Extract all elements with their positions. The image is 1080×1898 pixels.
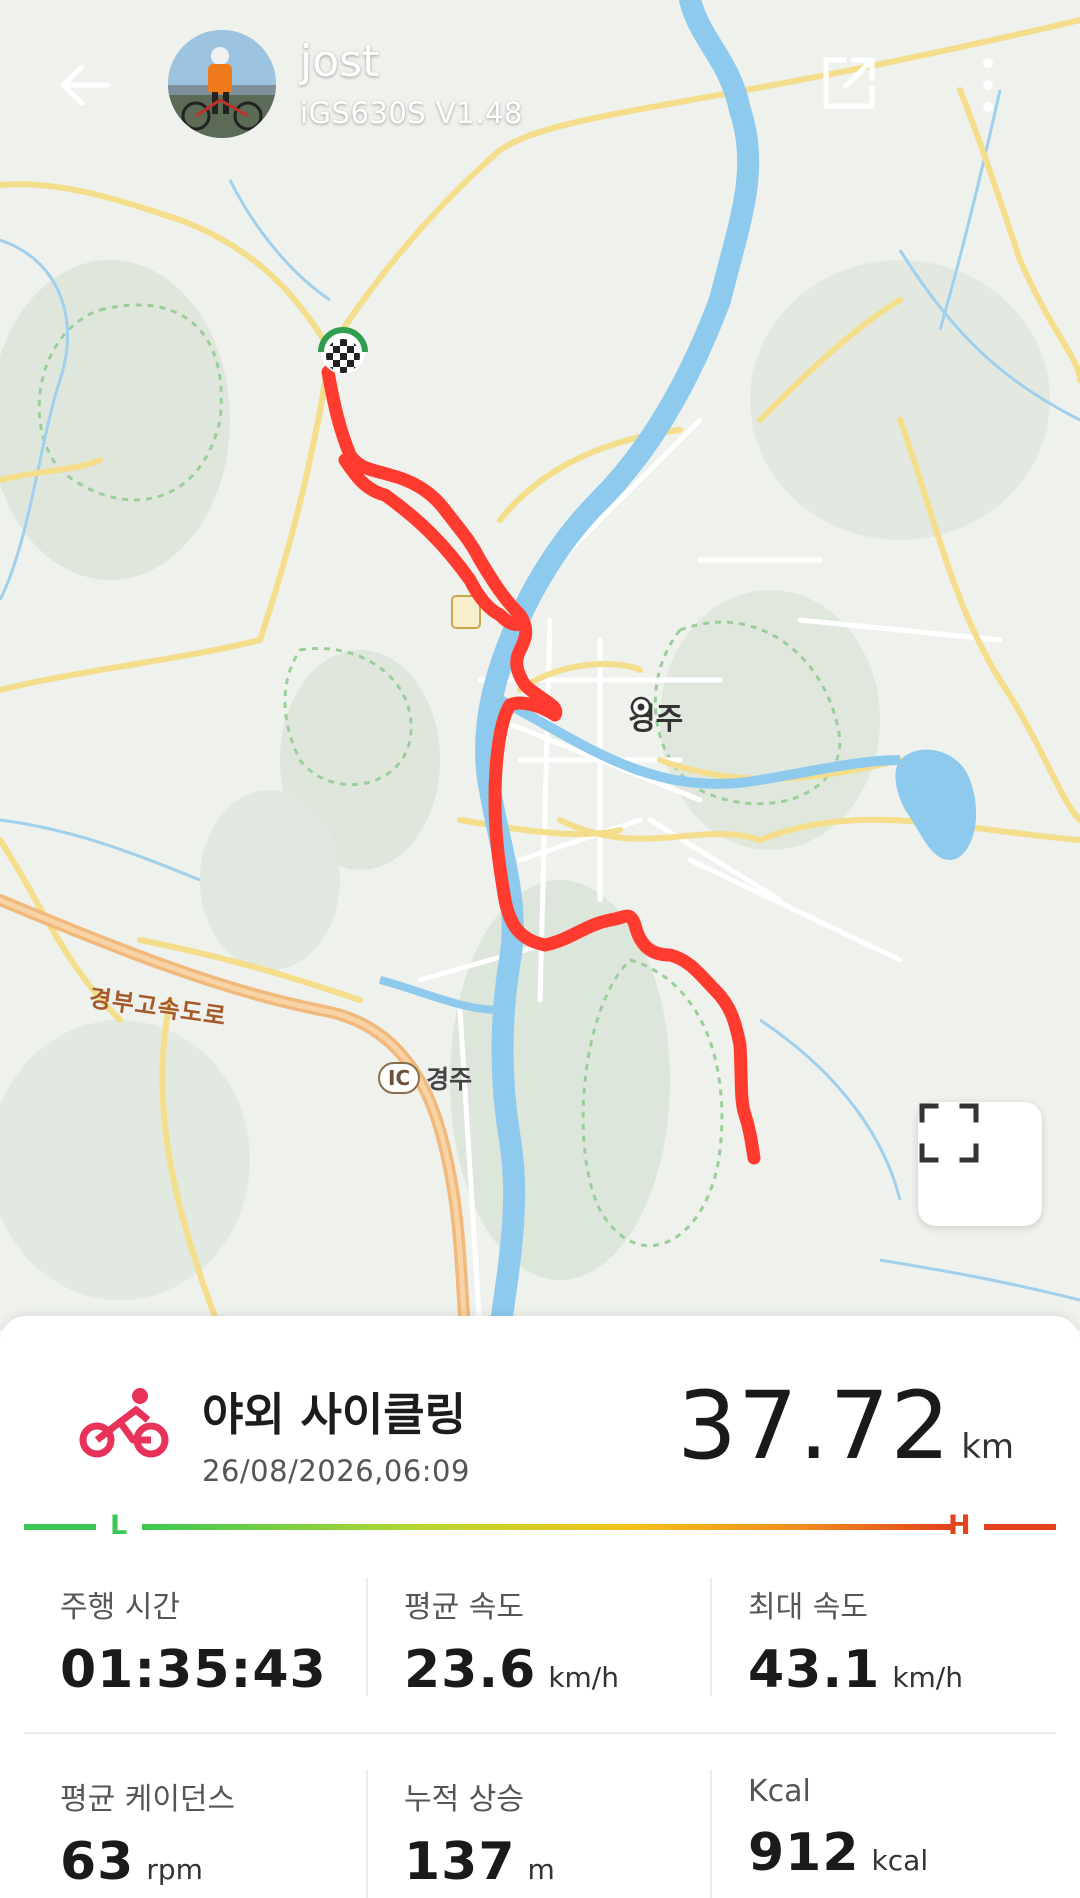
more-vertical-icon xyxy=(983,58,993,112)
stat-value: 137 xyxy=(404,1832,516,1892)
distance-unit: km xyxy=(961,1427,1014,1467)
fullscreen-icon xyxy=(919,1103,979,1163)
stat-calories: Kcal 912 kcal xyxy=(748,1774,928,1883)
stat-value: 63 xyxy=(60,1832,135,1892)
stat-avg-cadence: 평균 케이던스 63 rpm xyxy=(60,1774,235,1892)
stat-value: 912 xyxy=(748,1823,860,1883)
user-name: jost xyxy=(300,36,380,87)
stat-label: Kcal xyxy=(748,1774,811,1809)
share-button[interactable] xyxy=(816,50,882,116)
stat-unit: kcal xyxy=(871,1844,929,1877)
stat-value: 43.1 xyxy=(748,1640,881,1700)
fullscreen-button[interactable] xyxy=(918,1102,1042,1226)
stat-unit: km/h xyxy=(892,1661,963,1694)
cycling-icon xyxy=(78,1384,170,1464)
ic-label: IC 경주 xyxy=(378,1060,472,1096)
more-options-button[interactable] xyxy=(966,50,1010,120)
stat-label: 주행 시간 xyxy=(60,1590,180,1625)
intensity-gradient-bar xyxy=(142,1524,952,1530)
city-label: 경주 xyxy=(628,694,683,738)
scale-high-label: H xyxy=(948,1510,971,1541)
stat-unit: km/h xyxy=(548,1661,619,1694)
avatar-photo xyxy=(168,30,276,138)
distance-value: 37.72 xyxy=(677,1372,952,1481)
intensity-scale: L H xyxy=(24,1510,1056,1541)
stat-label: 평균 속도 xyxy=(404,1590,524,1625)
stat-avg-speed: 평균 속도 23.6 km/h xyxy=(404,1582,619,1700)
stat-max-speed: 최대 속도 43.1 km/h xyxy=(748,1582,963,1700)
ic-badge: IC xyxy=(378,1062,421,1094)
stat-value: 01:35:43 xyxy=(60,1640,327,1700)
total-distance: 37.72 km xyxy=(677,1372,1014,1481)
back-arrow-icon xyxy=(60,64,111,106)
back-button[interactable] xyxy=(52,52,118,118)
avatar[interactable] xyxy=(168,30,276,138)
stat-unit: m xyxy=(527,1853,555,1886)
route-map[interactable]: 경주 IC 경주 경부고속도로 xyxy=(0,0,1080,1330)
stat-label: 평균 케이던스 xyxy=(60,1782,236,1817)
stat-value: 23.6 xyxy=(404,1640,537,1700)
stat-riding-time: 주행 시간 01:35:43 xyxy=(60,1582,327,1700)
stat-label: 최대 속도 xyxy=(748,1590,868,1625)
share-icon xyxy=(823,57,875,109)
device-info: iGS630S V1.48 xyxy=(300,96,523,130)
city-marker-icon xyxy=(630,696,652,718)
activity-name: 야외 사이클링 xyxy=(202,1388,467,1441)
stat-unit: rpm xyxy=(146,1853,203,1886)
stat-label: 누적 상승 xyxy=(404,1782,524,1817)
activity-date: 26/08/2026,06:09 xyxy=(202,1454,470,1488)
ic-name: 경주 xyxy=(426,1065,473,1094)
top-bar: jost iGS630S V1.48 xyxy=(0,0,1080,170)
scale-low-label: L xyxy=(110,1510,128,1541)
stat-total-ascent: 누적 상승 137 m xyxy=(404,1774,555,1892)
